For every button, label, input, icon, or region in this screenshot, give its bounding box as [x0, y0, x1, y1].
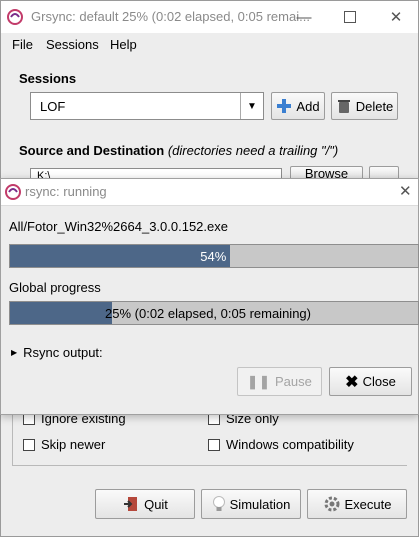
dialog-titlebar[interactable]: rsync: running ✕ — [1, 179, 418, 206]
simulation-label: Simulation — [229, 496, 291, 512]
option-skip-newer[interactable]: Skip newer — [23, 437, 105, 452]
file-progress-text: 54% — [200, 249, 227, 264]
windows-compat-checkbox[interactable] — [208, 438, 220, 451]
plus-icon — [277, 99, 292, 113]
execute-label: Execute — [344, 496, 392, 512]
dialog-title: rsync: running — [25, 184, 107, 199]
dialog-close-icon[interactable]: ✕ — [399, 182, 412, 200]
close-window-button[interactable]: ✕ — [373, 1, 419, 33]
rsync-running-dialog: rsync: running ✕ All/Fotor_Win32%2664_3.… — [0, 178, 419, 415]
grsync-app-icon — [7, 9, 23, 25]
delete-session-button[interactable]: Delete — [331, 92, 398, 120]
src-dest-heading: Source and Destination (directories need… — [19, 143, 338, 158]
menu-file[interactable]: File — [12, 37, 33, 52]
src-dest-hint: (directories need a trailing "/") — [167, 143, 339, 158]
pause-button[interactable]: ❚❚ Pause — [237, 367, 322, 396]
close-icon: ✕ — [389, 9, 403, 26]
pause-label: Pause — [274, 374, 312, 389]
global-progress-bar: 25% (0:02 elapsed, 0:05 remaining) — [9, 301, 419, 325]
rsync-output-expander[interactable]: ▶ Rsync output: — [11, 345, 103, 360]
session-value: LOF — [40, 99, 66, 114]
minimize-icon: — — [296, 8, 312, 26]
delete-label: Delete — [355, 98, 394, 114]
trash-icon — [337, 100, 350, 113]
maximize-button[interactable] — [327, 1, 373, 33]
rsync-output-label: Rsync output: — [23, 345, 103, 360]
maximize-icon — [344, 11, 356, 23]
close-icon: ✖ — [345, 373, 359, 391]
current-file-name: All/Fotor_Win32%2664_3.0.0.152.exe — [9, 219, 228, 234]
global-progress-label: Global progress — [9, 280, 101, 295]
session-combo[interactable]: LOF ▼ — [30, 92, 264, 120]
grsync-app-icon — [5, 184, 21, 200]
lightbulb-icon — [212, 496, 225, 511]
close-label: Close — [362, 374, 396, 389]
windows-compat-label: Windows compatibility — [226, 437, 354, 452]
menu-sessions[interactable]: Sessions — [46, 37, 99, 52]
exit-door-icon — [124, 497, 138, 511]
file-progress-bar: 54% — [9, 244, 419, 268]
global-progress-text: 25% (0:02 elapsed, 0:05 remaining) — [105, 305, 311, 321]
quit-button[interactable]: Quit — [95, 489, 195, 519]
close-dialog-button[interactable]: ✖ Close — [329, 367, 412, 396]
main-titlebar[interactable]: Grsync: default 25% (0:02 elapsed, 0:05 … — [1, 1, 418, 33]
skip-newer-checkbox[interactable] — [23, 438, 35, 451]
add-session-button[interactable]: Add — [271, 92, 325, 120]
chevron-right-icon: ▶ — [11, 348, 18, 357]
chevron-down-icon[interactable]: ▼ — [240, 93, 263, 119]
simulation-button[interactable]: Simulation — [201, 489, 301, 519]
options-frame-bottom — [12, 465, 407, 466]
minimize-button[interactable]: — — [281, 1, 327, 33]
menu-help[interactable]: Help — [110, 37, 137, 52]
sessions-label: Sessions — [19, 71, 77, 86]
option-windows-compat[interactable]: Windows compatibility — [208, 437, 354, 452]
execute-button[interactable]: Execute — [307, 489, 407, 519]
file-progress-fill — [10, 245, 231, 267]
menubar: File Sessions Help — [1, 33, 418, 57]
add-label: Add — [296, 98, 320, 114]
gear-icon — [324, 496, 339, 512]
src-dest-label: Source and Destination — [19, 143, 165, 158]
pause-icon: ❚❚ — [247, 373, 271, 389]
skip-newer-label: Skip newer — [41, 437, 106, 452]
quit-label: Quit — [144, 496, 168, 512]
main-window-title: Grsync: default 25% (0:02 elapsed, 0:05 … — [31, 9, 310, 24]
